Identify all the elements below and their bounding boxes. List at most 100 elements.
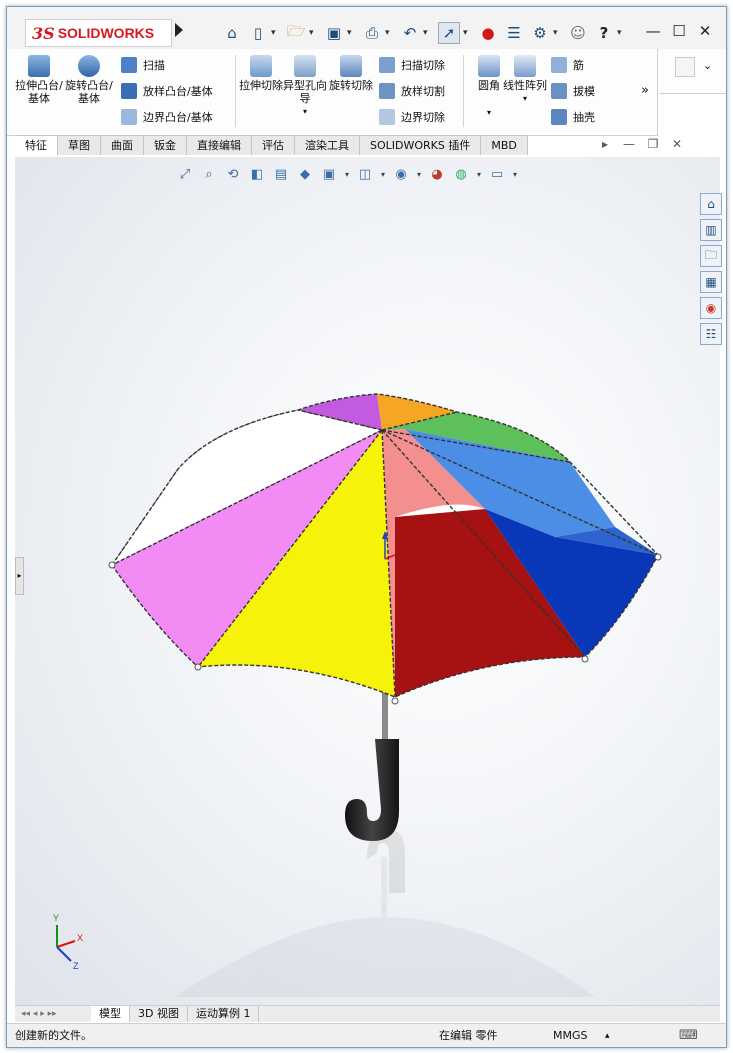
linear-pattern-button[interactable]: 线性阵列 ▾: [501, 55, 549, 105]
collapse-ribbon-icon[interactable]: ⌄: [703, 59, 712, 72]
doc-minimize-button[interactable]: —: [617, 137, 641, 151]
boundary-boss-button[interactable]: 边界凸台/基体: [121, 107, 213, 127]
rib-button[interactable]: 筋: [551, 55, 584, 75]
undo-dropdown-icon[interactable]: ▾: [423, 28, 431, 38]
revolve-cut-button[interactable]: 旋转切除: [327, 55, 375, 92]
help-icon[interactable]: ?: [594, 23, 614, 43]
floor-reflection: [175, 829, 595, 997]
hole-wizard-icon: [294, 55, 316, 77]
tab-mbd[interactable]: MBD: [481, 135, 528, 155]
home-icon[interactable]: ⌂: [222, 23, 242, 43]
sweep-button[interactable]: 扫描: [121, 55, 165, 75]
boundary-cut-button[interactable]: 边界切除: [379, 107, 445, 127]
restore-button[interactable]: ☐: [666, 22, 692, 40]
application-window: 3S SOLIDWORKS ⌂ ▯ ▾ 🗁 ▾ ▣ ▾ ⎙ ▾ ↶ ▾ ➚ ▾ …: [6, 6, 727, 1048]
doc-close-button[interactable]: ✕: [665, 137, 689, 151]
tab-direct-editing[interactable]: 直接编辑: [187, 135, 252, 155]
loft-boss-button[interactable]: 放样凸台/基体: [121, 81, 213, 101]
triad-z-label: Z: [73, 961, 79, 971]
tab-features[interactable]: 特征: [15, 135, 58, 156]
edit-mode-indicator: 在编辑 零件: [439, 1029, 498, 1042]
extrude-boss-label: 拉伸凸台/基体: [15, 79, 63, 105]
shell-icon: [551, 109, 567, 125]
menu-expand-arrow-icon[interactable]: [175, 23, 183, 37]
lofted-cut-icon: [379, 83, 395, 99]
revolve-boss-label: 旋转凸台/基体: [65, 79, 113, 105]
graphics-area[interactable]: ⤢ ⌕ ⟲ ◧ ▤ ◆ ▣ ▾ ◫ ▾ ◉ ▾ ◕ ◍ ▾ ▭ ▾ ⌂ ▥ 🗀 …: [15, 157, 722, 1005]
feature-ribbon: 拉伸凸台/基体 旋转凸台/基体 扫描 放样凸台/基体 边界凸台/基体 拉伸切除 …: [7, 49, 658, 136]
reference-triad: Y X Z: [53, 913, 83, 971]
tab-sheet-metal[interactable]: 钣金: [144, 135, 187, 155]
help-dropdown-icon[interactable]: ▾: [617, 28, 625, 38]
file-properties-icon[interactable]: ☰: [504, 23, 524, 43]
traffic-light-icon[interactable]: ●: [478, 23, 498, 43]
new-document-icon[interactable]: ▯: [248, 23, 268, 43]
print-icon[interactable]: ⎙: [362, 23, 382, 43]
save-icon[interactable]: ▣: [324, 23, 344, 43]
tab-solidworks-addins[interactable]: SOLIDWORKS 插件: [360, 135, 482, 155]
umbrella-shaft: [382, 687, 388, 745]
linear-pattern-dropdown-icon[interactable]: ▾: [501, 92, 549, 105]
triad-x-label: X: [77, 933, 83, 943]
select-arrow-icon[interactable]: ➚: [438, 22, 460, 44]
unit-system-caret-icon[interactable]: ▴: [605, 1024, 610, 1047]
tab-render-tools[interactable]: 渲染工具: [295, 135, 360, 155]
hole-wizard-button[interactable]: 异型孔向导 ▾: [281, 55, 329, 118]
solidworks-logo[interactable]: 3S SOLIDWORKS: [25, 19, 172, 47]
triad-y-label: Y: [53, 913, 59, 923]
shell-button[interactable]: 抽壳: [551, 107, 595, 127]
ribbon-right-panel: ⌄: [659, 49, 726, 94]
gear-icon[interactable]: ⚙: [530, 23, 550, 43]
revolve-boss-button[interactable]: 旋转凸台/基体: [65, 55, 113, 105]
open-icon[interactable]: 🗁: [286, 22, 306, 43]
extrude-cut-button[interactable]: 拉伸切除: [237, 55, 285, 92]
ribbon-expand-button[interactable]: »: [641, 83, 649, 98]
document-window-controls: ▸ — ❐ ✕: [593, 137, 689, 151]
lofted-cut-button[interactable]: 放样切割: [379, 81, 445, 101]
print-dropdown-icon[interactable]: ▾: [385, 28, 393, 38]
tab-scroll-buttons[interactable]: ◂◂ ◂ ▸ ▸▸: [15, 1006, 91, 1022]
select-dropdown-icon[interactable]: ▾: [463, 28, 471, 38]
close-button[interactable]: ✕: [692, 22, 718, 40]
loft-boss-label: 放样凸台/基体: [143, 85, 213, 98]
model-view-tabs: ◂◂ ◂ ▸ ▸▸ 模型 3D 视图 运动算例 1: [15, 1005, 720, 1022]
quick-tips-icon[interactable]: ⌨: [679, 1024, 698, 1047]
extrude-boss-button[interactable]: 拉伸凸台/基体: [15, 55, 63, 105]
unit-system-selector[interactable]: MMGS: [553, 1024, 588, 1047]
umbrella-handle: [345, 739, 399, 841]
loft-boss-icon: [121, 83, 137, 99]
open-dropdown-icon[interactable]: ▾: [309, 28, 317, 38]
umbrella-model[interactable]: Y X Z: [15, 157, 720, 1005]
boundary-cut-label: 边界切除: [401, 111, 445, 124]
brand-name: SOLIDWORKS: [57, 25, 155, 41]
rib-label: 筋: [573, 59, 584, 72]
swept-cut-label: 扫描切除: [401, 59, 445, 72]
shell-label: 抽壳: [573, 111, 595, 124]
doc-restore-button[interactable]: ❐: [641, 137, 665, 151]
tab-model[interactable]: 模型: [91, 1006, 130, 1022]
user-icon[interactable]: ☺: [568, 23, 588, 43]
options-dropdown-icon[interactable]: ▾: [553, 28, 561, 38]
command-manager-tabs: 特征 草图 曲面 钣金 直接编辑 评估 渲染工具 SOLIDWORKS 插件 M…: [15, 135, 528, 156]
tab-evaluate[interactable]: 评估: [252, 135, 295, 155]
tab-3d-views[interactable]: 3D 视图: [130, 1006, 188, 1022]
panel-toggle-icon[interactable]: ▸: [593, 137, 617, 151]
quick-access-toolbar: ⌂ ▯ ▾ 🗁 ▾ ▣ ▾ ⎙ ▾ ↶ ▾ ➚ ▾ ● ☰ ⚙ ▾ ☺ ? ▾: [219, 22, 629, 44]
swept-cut-icon: [379, 57, 395, 73]
window-controls: — ☐ ✕: [640, 22, 718, 40]
draft-button[interactable]: 拔模: [551, 81, 595, 101]
new-dropdown-icon[interactable]: ▾: [271, 28, 279, 38]
hole-wizard-label: 异型孔向导: [283, 79, 327, 105]
text-style-icon[interactable]: [675, 57, 695, 77]
undo-icon[interactable]: ↶: [400, 23, 420, 43]
tab-surfaces[interactable]: 曲面: [101, 135, 144, 155]
minimize-button[interactable]: —: [640, 22, 666, 40]
tab-motion-study[interactable]: 运动算例 1: [188, 1006, 260, 1022]
boundary-boss-label: 边界凸台/基体: [143, 111, 213, 124]
save-dropdown-icon[interactable]: ▾: [347, 28, 355, 38]
fillet-dropdown-icon[interactable]: ▾: [465, 106, 513, 119]
ribbon-separator: [463, 55, 464, 127]
hole-wizard-dropdown-icon[interactable]: ▾: [281, 105, 329, 118]
swept-cut-button[interactable]: 扫描切除: [379, 55, 445, 75]
tab-sketch[interactable]: 草图: [58, 135, 101, 155]
